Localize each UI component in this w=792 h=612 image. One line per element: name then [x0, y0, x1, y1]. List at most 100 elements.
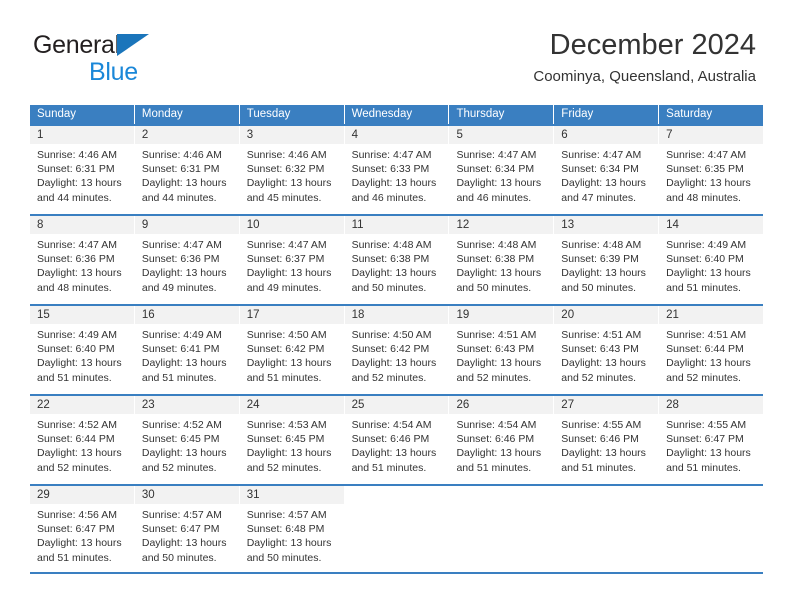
sunset-text: Sunset: 6:43 PM: [456, 343, 535, 356]
daylight-text-line1: Daylight: 13 hours: [456, 267, 542, 280]
sunrise-text: Sunrise: 4:50 AM: [351, 329, 432, 341]
daylight-text-line2: and 51 minutes.: [141, 371, 217, 384]
sunset-text: Sunset: 6:36 PM: [141, 253, 220, 266]
calendar-day-cell-empty: [554, 486, 660, 572]
calendar-day-cell[interactable]: 1 Sunrise: 4:46 AM Sunset: 6:31 PM Daylight…: [30, 126, 135, 214]
sunrise-text: Sunrise: 4:51 AM: [666, 329, 747, 341]
day-number-band: 24: [239, 396, 344, 414]
day-number: 16: [141, 309, 155, 321]
day-details: [449, 504, 553, 508]
day-details: Sunrise: 4:47 AM Sunset: 6:36 PM Daylight:…: [135, 234, 239, 295]
sunset-text: Sunset: 6:45 PM: [246, 433, 325, 446]
calendar-day-cell[interactable]: 31 Sunrise: 4:57 AM Sunset: 6:48 PM Dayligh…: [239, 486, 345, 572]
day-details: Sunrise: 4:48 AM Sunset: 6:38 PM Daylight:…: [449, 234, 553, 295]
calendar-week-row: 22 Sunrise: 4:52 AM Sunset: 6:44 PM Dayligh…: [30, 394, 764, 484]
calendar-weeks: 1 Sunrise: 4:46 AM Sunset: 6:31 PM Daylight…: [30, 124, 764, 574]
calendar-day-cell[interactable]: 29 Sunrise: 4:56 AM Sunset: 6:47 PM Dayligh…: [30, 486, 135, 572]
sunrise-text: Sunrise: 4:50 AM: [246, 329, 327, 341]
calendar-day-cell[interactable]: 26 Sunrise: 4:54 AM Sunset: 6:46 PM Dayligh…: [449, 396, 555, 484]
day-number: 17: [246, 309, 260, 321]
calendar-day-cell[interactable]: 25 Sunrise: 4:54 AM Sunset: 6:46 PM Dayligh…: [344, 396, 450, 484]
sunset-text: Sunset: 6:35 PM: [666, 163, 744, 176]
sunset-text: Sunset: 6:45 PM: [141, 433, 220, 446]
daylight-text-line2: and 52 minutes.: [246, 461, 322, 474]
calendar-day-cell[interactable]: 7 Sunrise: 4:47 AM Sunset: 6:35 PM Daylight…: [659, 126, 764, 214]
calendar-day-cell[interactable]: 8 Sunrise: 4:47 AM Sunset: 6:36 PM Daylight…: [30, 216, 135, 304]
daylight-text-line2: and 51 minutes.: [351, 461, 427, 474]
calendar-day-cell[interactable]: 23 Sunrise: 4:52 AM Sunset: 6:45 PM Dayligh…: [134, 396, 240, 484]
day-number: 9: [141, 219, 149, 231]
calendar-day-cell[interactable]: 30 Sunrise: 4:57 AM Sunset: 6:47 PM Dayligh…: [134, 486, 240, 572]
sunrise-text: Sunrise: 4:52 AM: [141, 419, 222, 431]
day-number: 28: [666, 399, 679, 411]
daylight-text-line1: Daylight: 13 hours: [141, 357, 227, 370]
day-number-band: 20: [554, 306, 659, 324]
day-number: 3: [246, 129, 254, 141]
daylight-text-line2: and 50 minutes.: [456, 281, 532, 294]
calendar-day-cell[interactable]: 28 Sunrise: 4:55 AM Sunset: 6:47 PM Dayligh…: [659, 396, 764, 484]
day-details: Sunrise: 4:46 AM Sunset: 6:32 PM Daylight:…: [240, 144, 344, 205]
calendar-day-cell[interactable]: 9 Sunrise: 4:47 AM Sunset: 6:36 PM Daylight…: [134, 216, 240, 304]
calendar-day-cell[interactable]: 20 Sunrise: 4:51 AM Sunset: 6:43 PM Dayligh…: [554, 306, 660, 394]
sunset-text: Sunset: 6:31 PM: [37, 163, 115, 176]
sunrise-text: Sunrise: 4:55 AM: [666, 419, 747, 431]
day-details: Sunrise: 4:55 AM Sunset: 6:47 PM Daylight:…: [659, 414, 763, 475]
day-number: 23: [141, 399, 155, 411]
day-number-band: [344, 486, 449, 504]
calendar-day-cell[interactable]: 11 Sunrise: 4:48 AM Sunset: 6:38 PM Dayligh…: [344, 216, 450, 304]
day-number-band: 23: [134, 396, 239, 414]
calendar-day-cell[interactable]: 10 Sunrise: 4:47 AM Sunset: 6:37 PM Dayligh…: [239, 216, 345, 304]
day-details: Sunrise: 4:46 AM Sunset: 6:31 PM Daylight:…: [135, 144, 239, 205]
calendar-day-cell[interactable]: 16 Sunrise: 4:49 AM Sunset: 6:41 PM Dayligh…: [134, 306, 240, 394]
calendar-day-cell[interactable]: 6 Sunrise: 4:47 AM Sunset: 6:34 PM Daylight…: [554, 126, 660, 214]
day-number-band: 27: [554, 396, 659, 414]
day-number: 10: [246, 219, 260, 231]
day-details: Sunrise: 4:47 AM Sunset: 6:34 PM Daylight:…: [449, 144, 553, 205]
daylight-text-line2: and 52 minutes.: [561, 371, 637, 384]
sunrise-text: Sunrise: 4:46 AM: [37, 149, 117, 161]
day-details: Sunrise: 4:49 AM Sunset: 6:40 PM Daylight:…: [659, 234, 763, 295]
sunset-text: Sunset: 6:41 PM: [141, 343, 220, 356]
calendar-day-cell[interactable]: 24 Sunrise: 4:53 AM Sunset: 6:45 PM Dayligh…: [239, 396, 345, 484]
weekday-header-tuesday: Tuesday: [239, 105, 345, 124]
sunset-text: Sunset: 6:34 PM: [561, 163, 639, 176]
calendar-day-cell[interactable]: 21 Sunrise: 4:51 AM Sunset: 6:44 PM Dayligh…: [659, 306, 764, 394]
sunset-text: Sunset: 6:46 PM: [456, 433, 535, 446]
daylight-text-line2: and 51 minutes.: [37, 551, 112, 564]
calendar-day-cell[interactable]: 17 Sunrise: 4:50 AM Sunset: 6:42 PM Dayligh…: [239, 306, 345, 394]
calendar-day-cell-empty: [449, 486, 555, 572]
daylight-text-line2: and 51 minutes.: [561, 461, 637, 474]
calendar-day-cell[interactable]: 22 Sunrise: 4:52 AM Sunset: 6:44 PM Dayligh…: [30, 396, 135, 484]
daylight-text-line1: Daylight: 13 hours: [666, 177, 751, 190]
daylight-text-line2: and 44 minutes.: [37, 191, 112, 204]
daylight-text-line1: Daylight: 13 hours: [246, 447, 332, 460]
day-details: Sunrise: 4:52 AM Sunset: 6:44 PM Daylight:…: [30, 414, 134, 475]
calendar-day-cell[interactable]: 27 Sunrise: 4:55 AM Sunset: 6:46 PM Dayligh…: [554, 396, 660, 484]
daylight-text-line1: Daylight: 13 hours: [561, 267, 646, 280]
day-number-band: 13: [554, 216, 659, 234]
calendar-day-cell[interactable]: 12 Sunrise: 4:48 AM Sunset: 6:38 PM Dayligh…: [449, 216, 555, 304]
calendar-day-cell[interactable]: 18 Sunrise: 4:50 AM Sunset: 6:42 PM Dayligh…: [344, 306, 450, 394]
calendar-page: General Blue December 2024 Coominya, Que…: [0, 0, 792, 612]
day-number-band: 29: [30, 486, 134, 504]
sunrise-text: Sunrise: 4:57 AM: [141, 509, 222, 521]
day-details: Sunrise: 4:47 AM Sunset: 6:33 PM Daylight:…: [345, 144, 449, 205]
calendar-day-cell[interactable]: 2 Sunrise: 4:46 AM Sunset: 6:31 PM Daylight…: [134, 126, 240, 214]
daylight-text-line1: Daylight: 13 hours: [666, 357, 751, 370]
day-number-band: 10: [239, 216, 344, 234]
daylight-text-line2: and 50 minutes.: [351, 281, 427, 294]
day-details: Sunrise: 4:52 AM Sunset: 6:45 PM Daylight:…: [135, 414, 239, 475]
sunset-text: Sunset: 6:47 PM: [37, 523, 115, 536]
sunset-text: Sunset: 6:31 PM: [141, 163, 220, 176]
calendar-day-cell[interactable]: 4 Sunrise: 4:47 AM Sunset: 6:33 PM Daylight…: [344, 126, 450, 214]
sunset-text: Sunset: 6:38 PM: [456, 253, 535, 266]
calendar-day-cell[interactable]: 13 Sunrise: 4:48 AM Sunset: 6:39 PM Dayligh…: [554, 216, 660, 304]
calendar-day-cell[interactable]: 5 Sunrise: 4:47 AM Sunset: 6:34 PM Daylight…: [449, 126, 555, 214]
calendar-day-cell[interactable]: 14 Sunrise: 4:49 AM Sunset: 6:40 PM Dayligh…: [659, 216, 764, 304]
sunset-text: Sunset: 6:43 PM: [561, 343, 639, 356]
calendar-day-cell[interactable]: 3 Sunrise: 4:46 AM Sunset: 6:32 PM Daylight…: [239, 126, 345, 214]
calendar-day-cell[interactable]: 15 Sunrise: 4:49 AM Sunset: 6:40 PM Dayligh…: [30, 306, 135, 394]
daylight-text-line1: Daylight: 13 hours: [141, 177, 227, 190]
day-number: 29: [37, 489, 50, 501]
calendar-day-cell[interactable]: 19 Sunrise: 4:51 AM Sunset: 6:43 PM Dayligh…: [449, 306, 555, 394]
